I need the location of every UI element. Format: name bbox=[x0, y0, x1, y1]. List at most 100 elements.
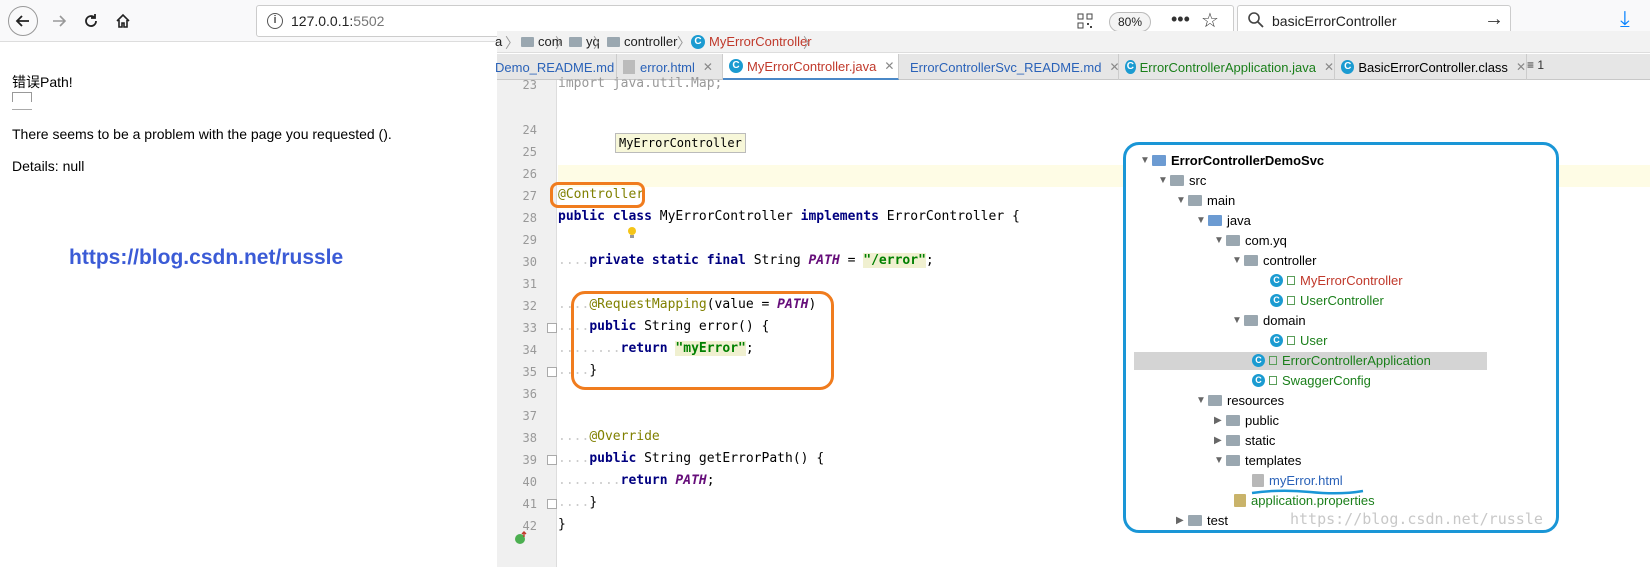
chevron-right-icon[interactable]: ▶ bbox=[1176, 515, 1188, 526]
close-icon[interactable]: ✕ bbox=[1324, 60, 1334, 74]
chevron-right-icon[interactable]: ▶ bbox=[1214, 435, 1226, 446]
tree-node-myerrorcontroller[interactable]: C MyErrorController bbox=[1270, 271, 1403, 289]
code-token: = bbox=[847, 253, 856, 268]
indent-dots: .... bbox=[558, 495, 590, 510]
fold-marker-icon[interactable] bbox=[547, 455, 557, 465]
tree-node-public[interactable]: ▶ public bbox=[1214, 411, 1279, 429]
qr-code-icon[interactable] bbox=[1077, 13, 1093, 29]
tree-node-user[interactable]: C User bbox=[1270, 331, 1327, 349]
bookmark-star-icon[interactable]: ☆ bbox=[1201, 8, 1219, 33]
tree-node-java[interactable]: ▼ java bbox=[1196, 211, 1251, 229]
annotation-underline bbox=[1251, 489, 1364, 495]
tree-node-label: src bbox=[1189, 172, 1207, 188]
close-icon[interactable]: ✕ bbox=[884, 59, 894, 73]
code-token: MyErrorController bbox=[659, 209, 793, 224]
breadcrumb-item[interactable]: a bbox=[495, 34, 502, 49]
breadcrumb-label: controller bbox=[624, 34, 678, 49]
code-token: PATH bbox=[808, 253, 840, 268]
annotation-highlight-controller bbox=[550, 182, 645, 208]
tab-label: ErrorControllerSvc_README.md bbox=[910, 59, 1102, 75]
more-actions-icon[interactable]: ••• bbox=[1171, 9, 1190, 30]
tab-errorcontrollersvc-readme[interactable]: ErrorControllerSvc_README.md ✕ bbox=[899, 54, 1120, 80]
tree-node-errorcontrollerapplication[interactable]: C ErrorControllerApplication bbox=[1252, 351, 1431, 369]
code-token: String bbox=[753, 253, 801, 268]
tree-node-controller[interactable]: ▼ controller bbox=[1232, 251, 1316, 269]
tree-node-resources[interactable]: ▼ resources bbox=[1196, 391, 1284, 409]
home-button[interactable] bbox=[108, 6, 138, 36]
folder-icon bbox=[1170, 174, 1184, 186]
indent-dots: .... bbox=[558, 253, 590, 268]
tree-node-templates[interactable]: ▼ templates bbox=[1214, 451, 1301, 469]
tree-node-label: com.yq bbox=[1245, 232, 1287, 248]
tree-node-test[interactable]: ▶ test bbox=[1176, 511, 1228, 529]
blog-link[interactable]: https://blog.csdn.net/russle bbox=[69, 246, 343, 270]
line-number: 31 bbox=[522, 277, 537, 291]
chevron-down-icon[interactable]: ▼ bbox=[1214, 235, 1226, 246]
html-file-icon bbox=[1252, 473, 1264, 487]
tree-node-package-com-yq[interactable]: ▼ com.yq bbox=[1214, 231, 1287, 249]
breadcrumb-item[interactable]: controller bbox=[607, 34, 677, 49]
tree-node-usercontroller[interactable]: C UserController bbox=[1270, 291, 1384, 309]
code-token: return bbox=[620, 473, 668, 488]
chevron-right-icon[interactable]: ▶ bbox=[1214, 415, 1226, 426]
folder-icon bbox=[1188, 514, 1202, 526]
forward-button[interactable] bbox=[44, 6, 74, 36]
download-icon[interactable]: ⤓ bbox=[1620, 6, 1630, 32]
back-button[interactable] bbox=[8, 6, 38, 36]
tree-node-main[interactable]: ▼ main bbox=[1176, 191, 1235, 209]
chevron-down-icon[interactable]: ▼ bbox=[1196, 395, 1208, 406]
breadcrumb-item[interactable]: C MyErrorController bbox=[691, 34, 812, 49]
tree-node-swaggerconfig[interactable]: C SwaggerConfig bbox=[1252, 371, 1371, 389]
lightbulb-icon[interactable] bbox=[626, 226, 638, 240]
code-line-39: ....public String getErrorPath() { bbox=[558, 451, 824, 466]
tab-overflow-menu[interactable]: ≡ 1 bbox=[1527, 58, 1648, 72]
close-icon[interactable]: ✕ bbox=[1516, 60, 1526, 74]
forward-arrow-icon bbox=[53, 15, 67, 27]
url-text[interactable]: 127.0.0.1:5502 bbox=[291, 13, 384, 29]
reload-button[interactable] bbox=[76, 6, 106, 36]
tab-label: Demo_README.md bbox=[495, 59, 615, 75]
access-icon bbox=[1269, 375, 1277, 385]
chevron-down-icon[interactable]: ▼ bbox=[1176, 195, 1188, 206]
close-icon[interactable]: ✕ bbox=[703, 60, 713, 74]
tree-node-static[interactable]: ▶ static bbox=[1214, 431, 1275, 449]
code-line-30: ....private static final String PATH = "… bbox=[558, 253, 934, 268]
line-number: 27 bbox=[522, 189, 537, 203]
tree-node-project[interactable]: ▼ ErrorControllerDemoSvc bbox=[1140, 151, 1324, 169]
chevron-down-icon[interactable]: ▼ bbox=[1232, 315, 1244, 326]
tab-label: MyErrorController.java bbox=[747, 58, 877, 74]
line-number: 38 bbox=[522, 431, 537, 445]
breadcrumb-separator: 〉 bbox=[677, 35, 691, 51]
override-method-icon[interactable] bbox=[514, 531, 528, 545]
class-icon: C bbox=[691, 34, 705, 49]
code-token: } bbox=[558, 517, 566, 532]
tree-node-myerror-html[interactable]: myError.html bbox=[1252, 471, 1343, 489]
fold-marker-icon[interactable] bbox=[547, 367, 557, 377]
tab-myerrorcontroller-java[interactable]: C MyErrorController.java ✕ bbox=[723, 54, 899, 80]
chevron-down-icon[interactable]: ▼ bbox=[1196, 215, 1208, 226]
chevron-down-icon[interactable]: ▼ bbox=[1158, 175, 1170, 186]
search-go-arrow-icon[interactable]: → bbox=[1484, 8, 1504, 31]
chevron-down-icon[interactable]: ▼ bbox=[1140, 155, 1152, 166]
properties-file-icon bbox=[1234, 493, 1246, 507]
fold-marker-icon[interactable] bbox=[547, 499, 557, 509]
line-number: 41 bbox=[522, 497, 537, 511]
fold-marker-icon[interactable] bbox=[547, 323, 557, 333]
site-info-icon[interactable]: i bbox=[267, 13, 283, 29]
zoom-level-badge[interactable]: 80% bbox=[1109, 12, 1151, 32]
chevron-down-icon[interactable]: ▼ bbox=[1214, 455, 1226, 466]
tab-errorcontrollerapplication-java[interactable]: C ErrorControllerApplication.java ✕ bbox=[1119, 54, 1335, 80]
chevron-down-icon[interactable]: ▼ bbox=[1232, 255, 1244, 266]
access-icon bbox=[1287, 335, 1295, 345]
folder-icon bbox=[1188, 194, 1202, 206]
tree-node-src[interactable]: ▼ src bbox=[1158, 171, 1206, 189]
code-token: implements bbox=[800, 209, 879, 224]
line-number: 23 bbox=[522, 78, 537, 92]
tree-node-label: UserController bbox=[1300, 292, 1384, 308]
code-token: String getErrorPath() bbox=[644, 451, 809, 466]
tree-node-domain[interactable]: ▼ domain bbox=[1232, 311, 1306, 329]
tab-basicerrorcontroller-class[interactable]: C BasicErrorController.class ✕ bbox=[1335, 54, 1527, 80]
close-icon[interactable]: ✕ bbox=[1109, 60, 1119, 74]
search-input[interactable]: basicErrorController bbox=[1272, 13, 1396, 29]
package-icon bbox=[1226, 234, 1240, 246]
